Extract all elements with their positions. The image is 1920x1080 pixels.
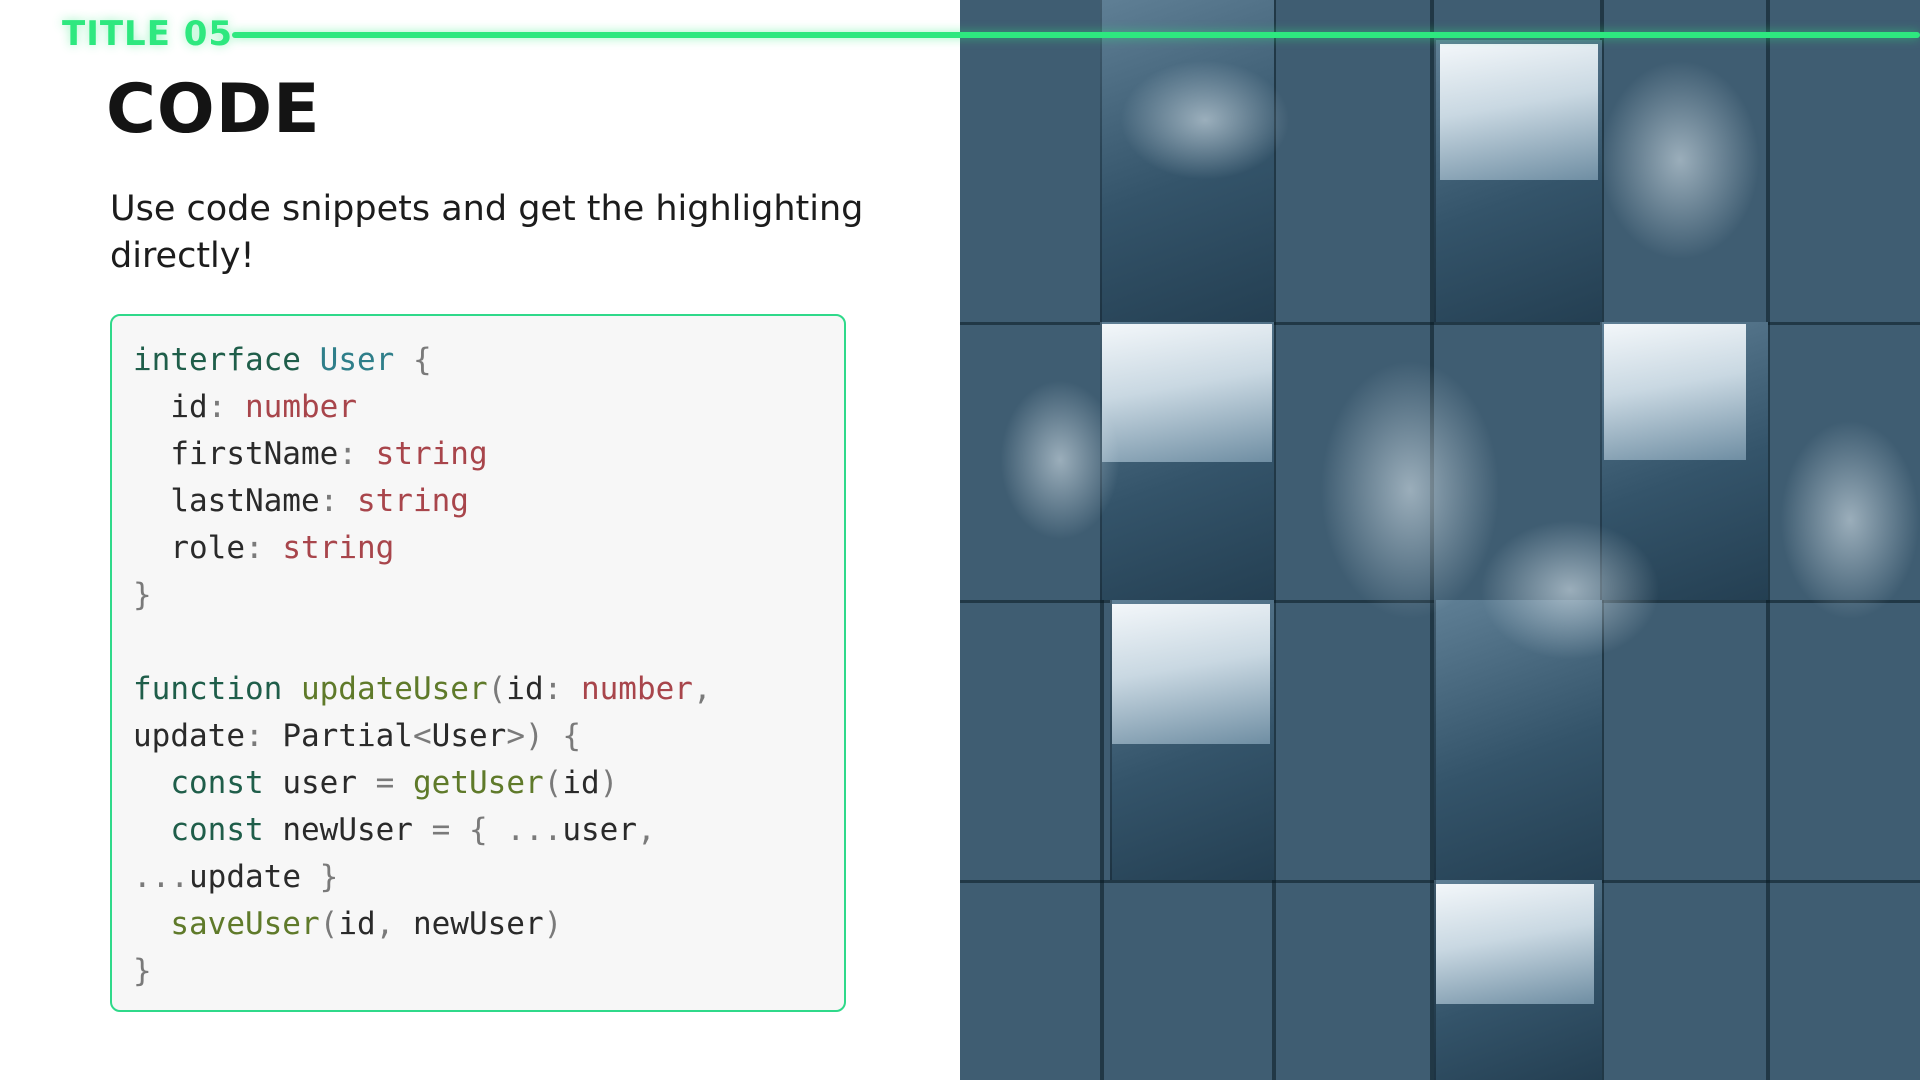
code-line: interface User { — [133, 342, 432, 378]
code-line: id: number — [170, 389, 357, 425]
code-line: role: string — [170, 530, 395, 566]
abstract-blue-cubes-photo — [960, 0, 1920, 1080]
code-line: } — [133, 577, 152, 613]
code-line: ...update } — [133, 859, 339, 895]
slide-subtitle: Use code snippets and get the highlighti… — [110, 189, 864, 276]
code-line: const newUser = { ...user, — [170, 812, 656, 848]
code-line: function updateUser(id: number, — [133, 671, 712, 707]
code-line: lastName: string — [170, 483, 469, 519]
code-line: firstName: string — [170, 436, 488, 472]
slide-heading: CODE — [106, 70, 321, 149]
code-line: } — [133, 953, 152, 989]
code-snippet: interface User { id: number firstName: s… — [133, 337, 712, 995]
code-snippet-box: interface User { id: number firstName: s… — [110, 314, 846, 1012]
code-line: const user = getUser(id) — [170, 765, 619, 801]
section-label: TITLE 05 — [62, 14, 234, 54]
code-line: update: Partial<User>) { — [133, 718, 581, 754]
section-divider — [232, 32, 1920, 38]
code-line: saveUser(id, newUser) — [170, 906, 563, 942]
